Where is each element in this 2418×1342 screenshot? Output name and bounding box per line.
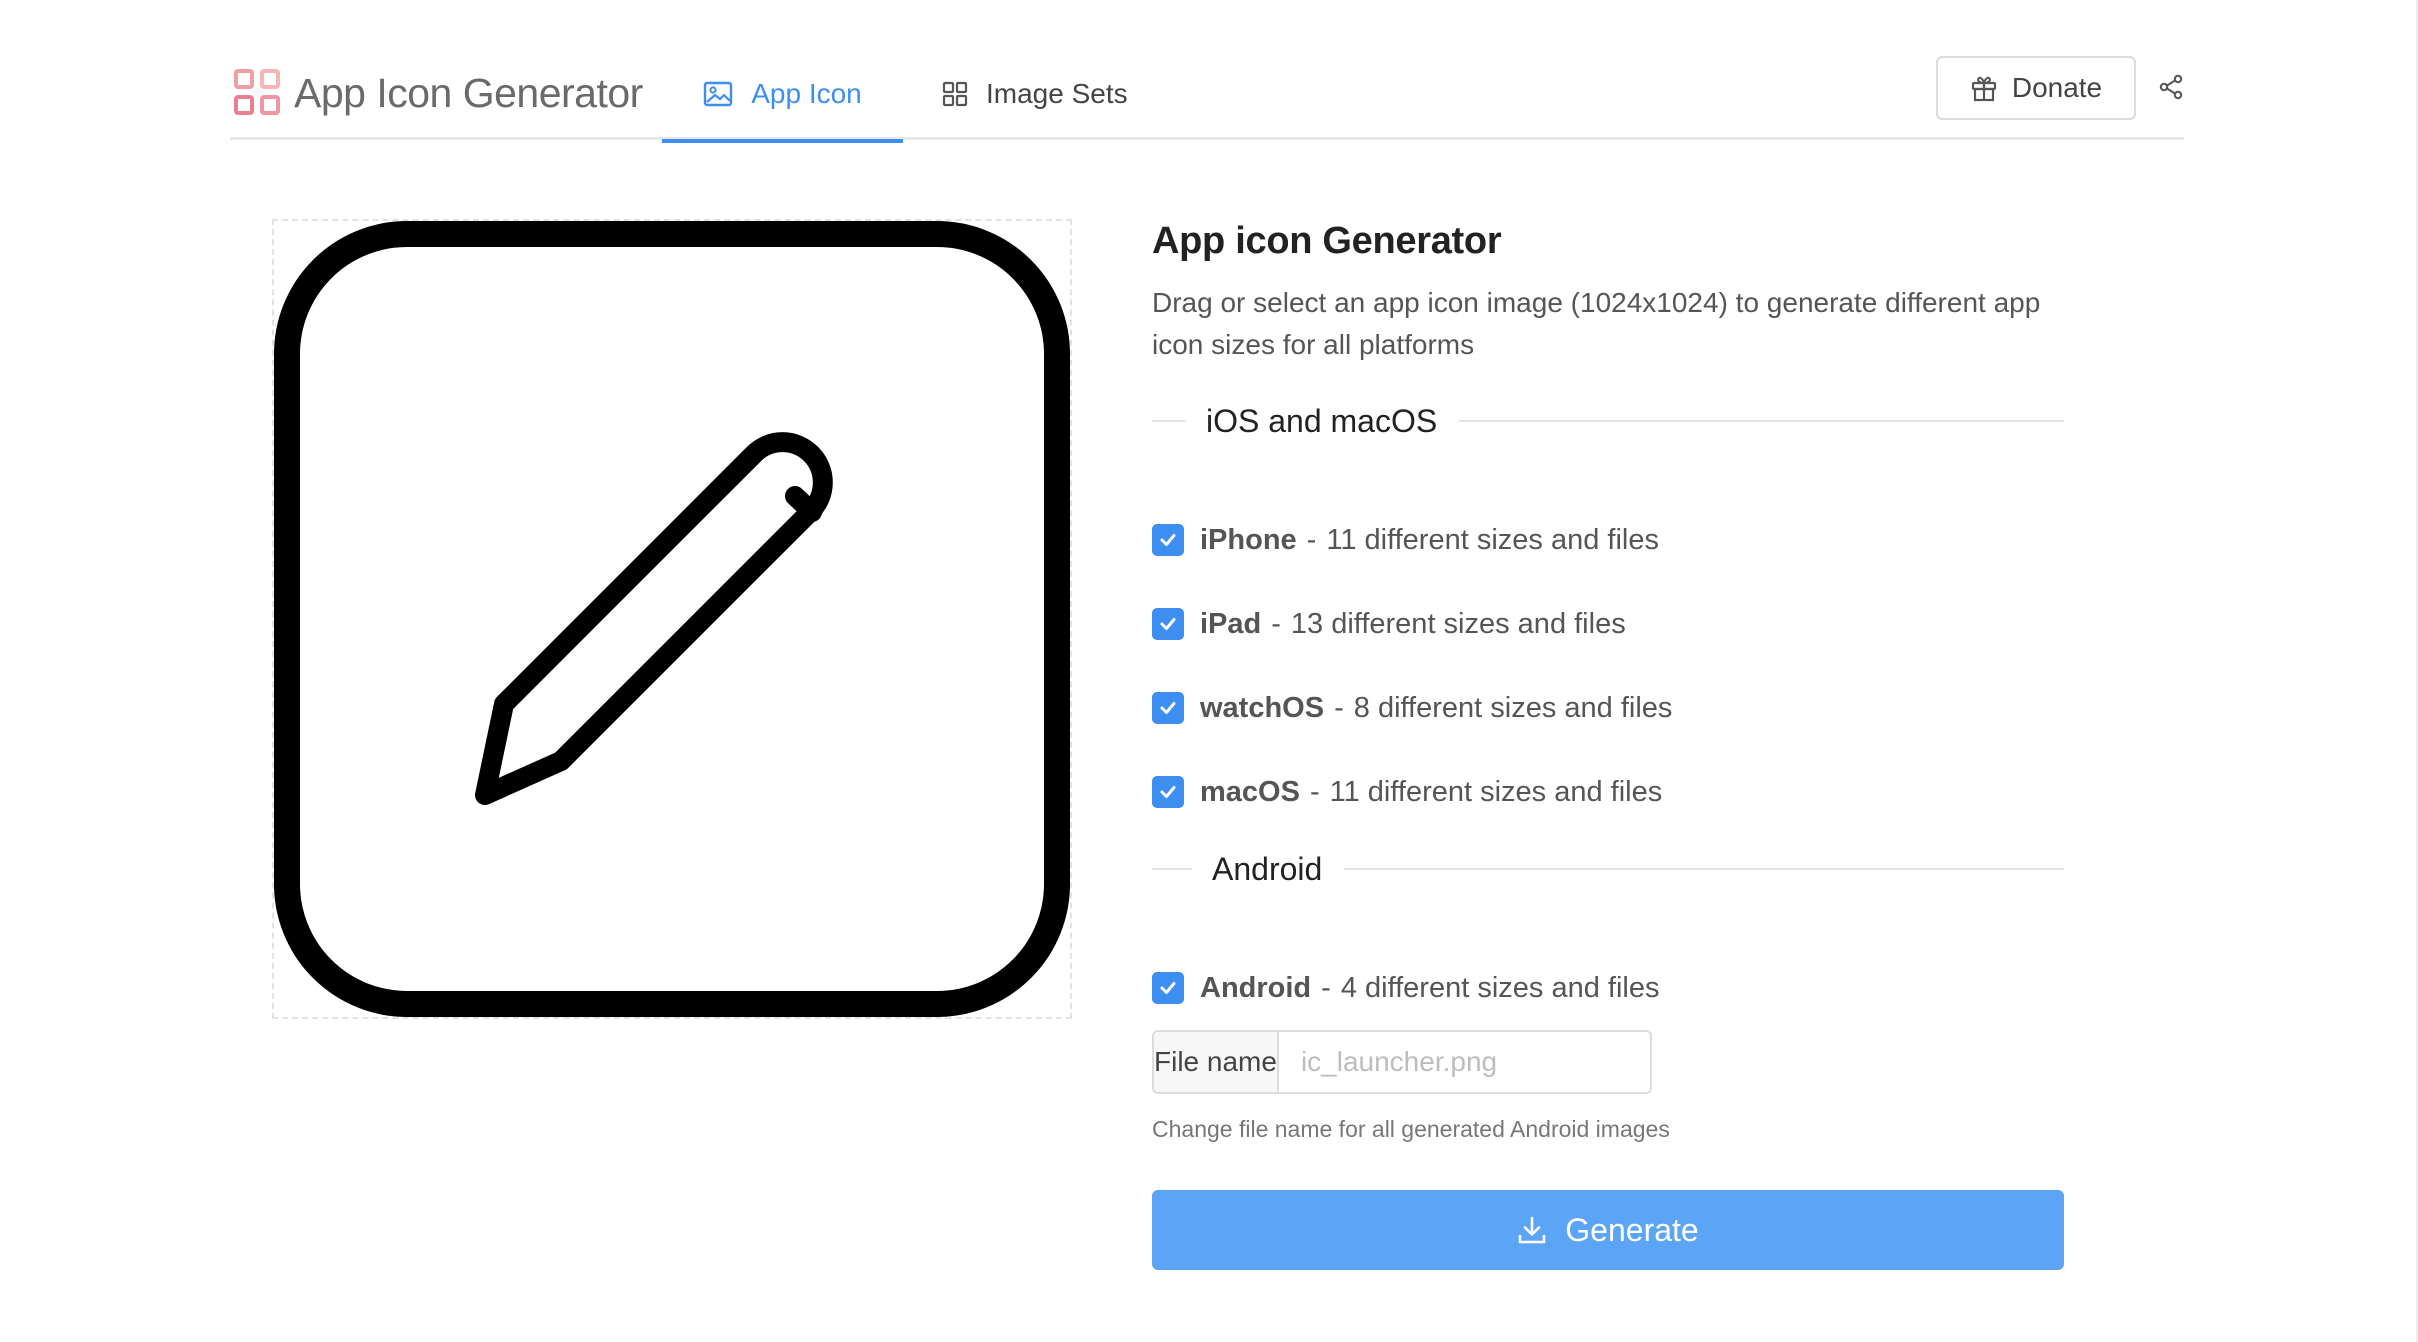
platform-detail: 11 different sizes and files [1329, 775, 1663, 808]
file-name-input[interactable] [1278, 1032, 1650, 1092]
section-title-android: Android [1212, 850, 1323, 887]
platform-checkbox-android[interactable]: Android - 4 different sizes and files [1152, 968, 1659, 1008]
pencil-app-icon [274, 221, 1070, 1017]
donate-button[interactable]: Donate [1936, 56, 2136, 120]
separator: - [1306, 523, 1317, 556]
platform-detail: 11 different sizes and files [1326, 523, 1659, 556]
platform-name: iPhone [1200, 523, 1297, 556]
download-icon [1517, 1215, 1547, 1245]
section-title-ios: iOS and macOS [1206, 402, 1438, 439]
tab-label: Image Sets [986, 78, 1128, 109]
checkbox-checked-icon[interactable] [1152, 608, 1184, 640]
page: App Icon Generator App Icon Image Sets D… [0, 0, 2418, 1342]
checkbox-checked-icon[interactable] [1152, 776, 1184, 808]
checkbox-checked-icon[interactable] [1152, 524, 1184, 556]
platform-name: iPad [1200, 607, 1262, 640]
donate-label: Donate [2011, 72, 2103, 103]
platform-detail: 13 different sizes and files [1290, 607, 1626, 640]
platform-name: watchOS [1200, 691, 1325, 724]
separator: - [1321, 971, 1331, 1004]
brand[interactable]: App Icon Generator [234, 68, 643, 118]
platform-checkbox-iphone[interactable]: iPhone - 11 different sizes and files [1152, 520, 1659, 560]
file-name-label: File name [1154, 1032, 1279, 1092]
platform-detail: 4 different sizes and files [1340, 971, 1660, 1004]
panel-title: App icon Generator [1152, 220, 1502, 262]
tab-label: App Icon [751, 78, 862, 109]
section-divider-android: Android [1152, 849, 2064, 889]
platform-checkbox-watchos[interactable]: watchOS - 8 different sizes and files [1152, 688, 1672, 728]
generate-label: Generate [1565, 1211, 1699, 1248]
platform-checkbox-ipad[interactable]: iPad - 13 different sizes and files [1152, 604, 1626, 644]
separator: - [1271, 607, 1281, 640]
checkbox-checked-icon[interactable] [1152, 972, 1184, 1004]
share-icon [2158, 74, 2184, 105]
tab-app-icon[interactable]: App Icon [662, 48, 903, 143]
share-button[interactable] [2154, 72, 2188, 106]
app-grid-logo-icon [234, 69, 282, 117]
brand-title: App Icon Generator [294, 69, 643, 116]
platform-checkbox-macos[interactable]: macOS - 11 different sizes and files [1152, 772, 1662, 812]
platform-name: Android [1200, 971, 1312, 1004]
file-name-input-group: File name [1152, 1030, 1652, 1094]
file-name-help-text: Change file name for all generated Andro… [1152, 1116, 1670, 1142]
generate-button[interactable]: Generate [1152, 1190, 2064, 1270]
platform-detail: 8 different sizes and files [1353, 691, 1673, 724]
checkbox-checked-icon[interactable] [1152, 692, 1184, 724]
separator: - [1309, 775, 1320, 808]
platform-name: macOS [1200, 775, 1300, 808]
top-navigation: App Icon Generator App Icon Image Sets D… [230, 48, 2184, 143]
separator: - [1334, 691, 1344, 724]
icon-drop-zone[interactable] [272, 219, 1072, 1019]
tab-image-sets[interactable]: Image Sets [942, 48, 1128, 140]
section-divider-ios: iOS and macOS [1152, 401, 2064, 441]
grid-icon [942, 81, 968, 107]
gift-icon [1970, 74, 1998, 102]
panel-description: Drag or select an app icon image (1024x1… [1152, 287, 2041, 360]
image-icon [703, 81, 733, 107]
